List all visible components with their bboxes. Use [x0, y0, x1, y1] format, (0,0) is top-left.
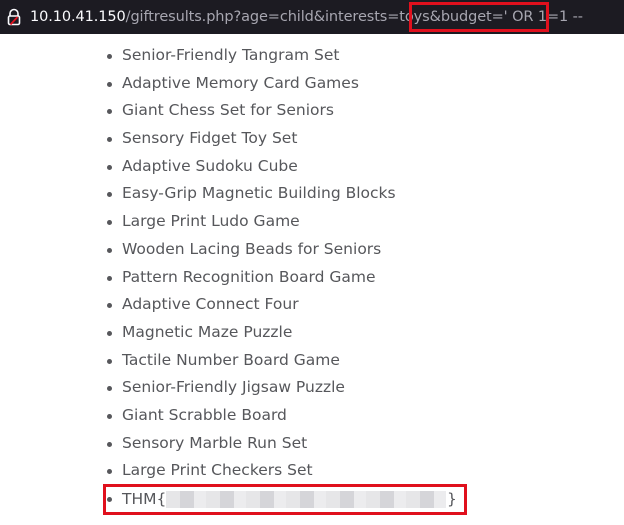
url-host: 10.10.41.150 [30, 9, 126, 25]
lock-icon[interactable] [6, 8, 22, 26]
gift-name: Magnetic Maze Puzzle [122, 322, 293, 341]
gift-name: Giant Chess Set for Seniors [122, 101, 334, 120]
gift-list-item: Giant Chess Set for Seniors [0, 97, 396, 125]
gift-list-item: Sensory Marble Run Set [0, 430, 396, 458]
flag-highlight [103, 484, 467, 515]
bullet [107, 164, 112, 170]
gift-name: Large Print Checkers Set [122, 461, 313, 480]
bullet [107, 469, 112, 475]
bullet [107, 413, 112, 419]
gift-list-item: Adaptive Connect Four [0, 291, 396, 319]
gift-list-item: Giant Scrabble Board [0, 402, 396, 430]
gift-name: Adaptive Sudoku Cube [122, 156, 298, 175]
bullet [107, 275, 112, 281]
gift-name: Adaptive Connect Four [122, 295, 299, 314]
gift-list-item: Large Print Ludo Game [0, 208, 396, 236]
address-bar[interactable]: 10.10.41.150/giftresults.php?age=child&i… [0, 0, 624, 34]
gift-list-item: Adaptive Memory Card Games [0, 70, 396, 98]
bullet [107, 330, 112, 336]
gift-list-item: Large Print Checkers Set [0, 457, 396, 485]
gift-name: Tactile Number Board Game [122, 350, 340, 369]
gift-list-item: Senior-Friendly Jigsaw Puzzle [0, 374, 396, 402]
bullet [107, 386, 112, 392]
gift-list-item: Magnetic Maze Puzzle [0, 319, 396, 347]
bullet [107, 247, 112, 253]
gift-list-item: Senior-Friendly Tangram Set [0, 42, 396, 70]
bullet [107, 192, 112, 198]
bullet [107, 220, 112, 226]
gift-list-item: Pattern Recognition Board Game [0, 264, 396, 292]
gift-name: Sensory Fidget Toy Set [122, 129, 298, 148]
bullet [107, 303, 112, 309]
bullet [107, 137, 112, 143]
gift-list-item: Sensory Fidget Toy Set [0, 125, 396, 153]
bullet [107, 358, 112, 364]
bullet [107, 54, 112, 59]
gift-list-item: Adaptive Sudoku Cube [0, 153, 396, 181]
bullet [107, 81, 112, 87]
gift-list-item: Easy-Grip Magnetic Building Blocks [0, 180, 396, 208]
url-path: /giftresults.php?age=child&interests=toy… [125, 9, 441, 25]
gift-name: Wooden Lacing Beads for Seniors [122, 239, 382, 258]
gift-name: Sensory Marble Run Set [122, 433, 308, 452]
url-injection-highlight [409, 2, 549, 32]
gift-name: Easy-Grip Magnetic Building Blocks [122, 184, 396, 203]
gift-list-item: Wooden Lacing Beads for Seniors [0, 236, 396, 264]
gift-name: Large Print Ludo Game [122, 212, 300, 231]
bullet [107, 109, 112, 115]
gift-results-list: Senior-Friendly Tangram Set Adaptive Memo… [0, 42, 396, 485]
gift-name: Adaptive Memory Card Games [122, 73, 359, 92]
gift-name: Senior-Friendly Jigsaw Puzzle [122, 378, 345, 397]
bullet [107, 441, 112, 447]
gift-name: Giant Scrabble Board [122, 405, 287, 424]
gift-name: Pattern Recognition Board Game [122, 267, 376, 286]
gift-list-item: Tactile Number Board Game [0, 347, 396, 375]
gift-name: Senior-Friendly Tangram Set [122, 46, 340, 64]
